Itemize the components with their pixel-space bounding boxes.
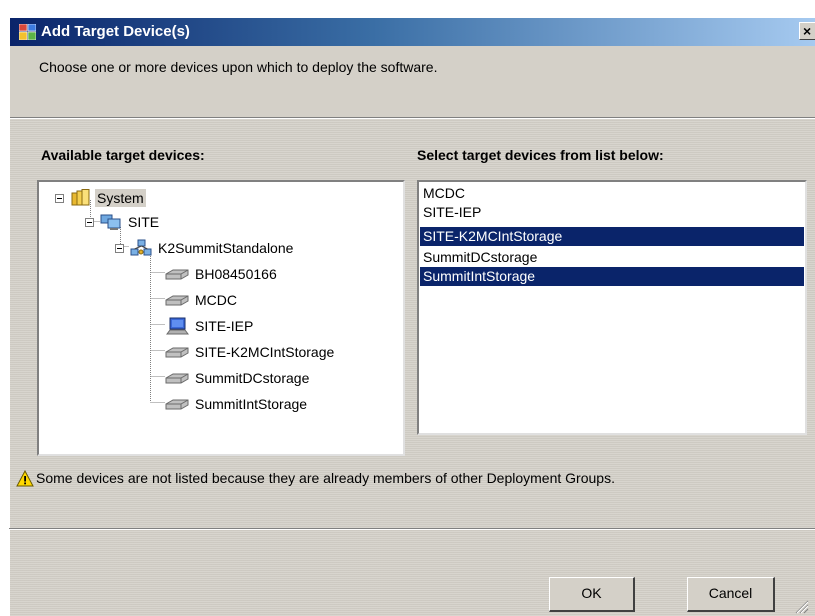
list-item-mcdc[interactable]: MCDC (420, 184, 804, 203)
collapse-toggle-icon[interactable] (115, 243, 124, 253)
close-button[interactable]: × (799, 22, 815, 40)
list-item-site-k2mcintstorage[interactable]: SITE-K2MCIntStorage (420, 227, 804, 246)
tree-node-label: SummitIntStorage (195, 396, 308, 412)
list-item-summitdcstorage[interactable]: SummitDCstorage (420, 248, 804, 267)
drive-icon (165, 399, 189, 410)
resize-grip-icon[interactable] (795, 600, 809, 614)
tree-node-label: System (95, 189, 146, 207)
header-divider (10, 117, 815, 119)
tree-node-site[interactable]: SITE (85, 212, 161, 232)
close-icon: × (803, 23, 812, 39)
tree-node-mcdc[interactable]: MCDC (165, 290, 239, 310)
drive-icon (165, 269, 189, 280)
drive-icon (165, 373, 189, 384)
header-banner (10, 46, 815, 117)
tree-node-site-iep[interactable]: SITE-IEP (165, 316, 255, 336)
tree-node-site-k2mcintstorage[interactable]: SITE-K2MCIntStorage (165, 342, 336, 362)
warning-note-text: Some devices are not listed because they… (36, 470, 615, 486)
window-title: Add Target Device(s) (41, 23, 190, 40)
tree-node-summitdcstorage[interactable]: SummitDCstorage (165, 368, 311, 388)
tree-node-k2summitstandalone[interactable]: K2SummitStandalone (115, 238, 295, 258)
instruction-text: Choose one or more devices upon which to… (39, 59, 438, 75)
tree-node-label: K2SummitStandalone (158, 240, 294, 256)
tree-node-label: SITE (128, 214, 160, 230)
app-icon (19, 24, 36, 40)
network-group-icon (130, 239, 152, 256)
folder-icon (71, 189, 90, 206)
site-computers-icon (100, 214, 121, 230)
collapse-toggle-icon[interactable] (85, 217, 94, 227)
list-item-summitintstorage[interactable]: SummitIntStorage (420, 267, 804, 286)
available-devices-tree[interactable]: System SITE K2SummitStandalone BH0845016… (37, 180, 405, 456)
tree-node-system[interactable]: System (55, 188, 146, 208)
drive-icon (165, 295, 189, 306)
tree-node-summitintstorage[interactable]: SummitIntStorage (165, 394, 309, 414)
tree-node-label: SummitDCstorage (195, 370, 310, 386)
available-devices-heading: Available target devices: (41, 147, 205, 163)
cancel-button[interactable]: Cancel (687, 577, 775, 612)
warning-icon (16, 470, 34, 487)
collapse-toggle-icon[interactable] (55, 193, 64, 203)
list-item-site-iep[interactable]: SITE-IEP (420, 203, 804, 222)
select-devices-heading: Select target devices from list below: (417, 147, 664, 163)
target-devices-listbox[interactable]: MCDC SITE-IEP SITE-K2MCIntStorage Summit… (417, 180, 807, 435)
tree-node-label: SITE-K2MCIntStorage (195, 344, 335, 360)
computer-icon (166, 317, 189, 335)
footer-divider (9, 528, 815, 530)
tree-node-label: BH08450166 (195, 266, 277, 282)
drive-icon (165, 347, 189, 358)
title-bar[interactable]: Add Target Device(s) × (10, 18, 815, 46)
tree-node-bh08450166[interactable]: BH08450166 (165, 264, 279, 284)
tree-node-label: MCDC (195, 292, 237, 308)
ok-button[interactable]: OK (549, 577, 635, 612)
tree-node-label: SITE-IEP (195, 318, 254, 334)
